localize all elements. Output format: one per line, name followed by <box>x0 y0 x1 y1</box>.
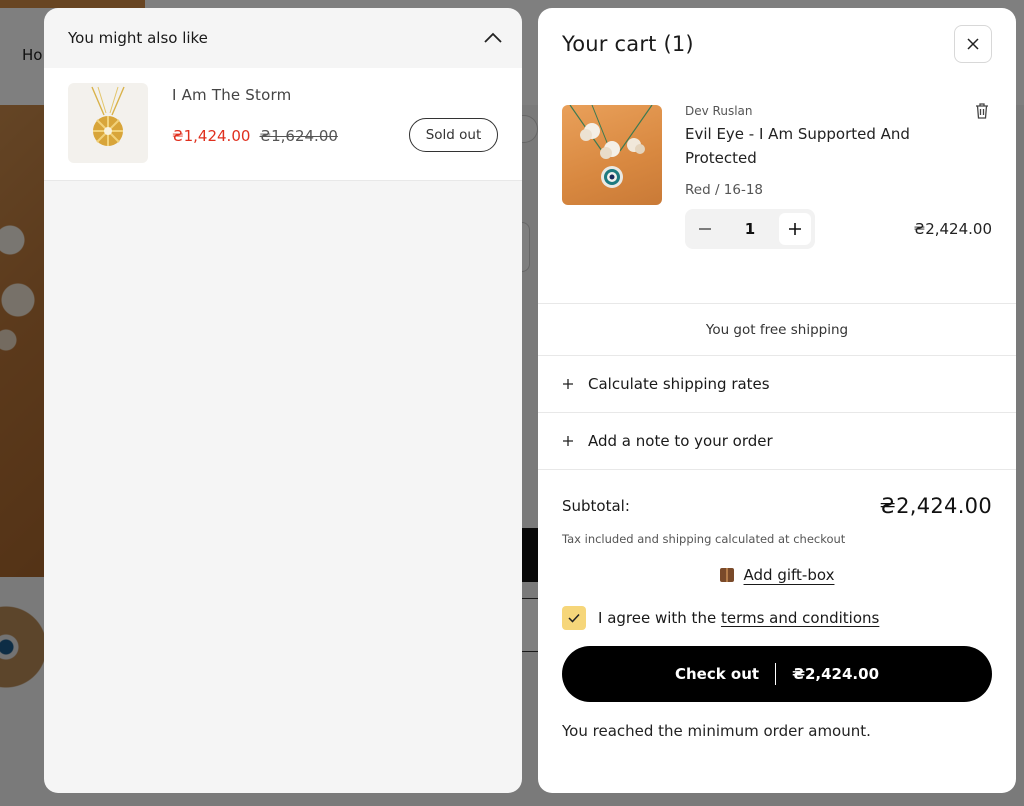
recommendation-sale-price: ₴1,424.00 <box>172 126 251 145</box>
calculate-shipping-label: Calculate shipping rates <box>588 375 770 393</box>
cart-line-item: Dev Ruslan Evil Eye - I Am Supported And… <box>538 80 1016 304</box>
gift-box-icon <box>719 568 734 582</box>
cart-title: Your cart (1) <box>562 32 694 56</box>
checkout-price: ₴2,424.00 <box>792 665 880 683</box>
trash-icon[interactable] <box>974 102 992 120</box>
checkout-button[interactable]: Check out ₴2,424.00 <box>562 646 992 702</box>
recommendation-compare-price: ₴1,624.00 <box>259 126 338 145</box>
quantity-increase-button[interactable] <box>779 213 811 245</box>
checkmark-icon <box>568 613 580 623</box>
close-icon <box>967 38 979 50</box>
minus-icon <box>699 228 711 230</box>
chevron-up-icon[interactable] <box>482 27 504 49</box>
cart-header: Your cart (1) <box>538 8 1016 80</box>
cart-drawer: Your cart (1) Dev Ruslan Evil Eye - I Am… <box>538 8 1016 793</box>
subtotal-label: Subtotal: <box>562 497 630 515</box>
terms-text: I agree with the terms and conditions <box>598 609 879 627</box>
gift-box-row: Add gift-box <box>538 566 1016 584</box>
recommendations-panel: You might also like I Am The Storm ₴1,42… <box>44 8 522 793</box>
quantity-stepper: 1 <box>685 209 815 249</box>
recommendation-name[interactable]: I Am The Storm <box>172 86 498 104</box>
calculate-shipping-toggle[interactable]: Calculate shipping rates <box>538 356 1016 413</box>
line-item-variant: Red / 16-18 <box>685 182 764 198</box>
checkout-label: Check out <box>674 665 760 683</box>
recommendation-prices: ₴1,424.00 ₴1,624.00 <box>172 126 338 145</box>
recommendation-image[interactable] <box>68 83 148 163</box>
line-item-price: ₴2,424.00 <box>913 220 992 238</box>
recommendations-title: You might also like <box>68 29 208 47</box>
plus-icon <box>789 223 801 235</box>
quantity-value[interactable]: 1 <box>745 220 755 238</box>
terms-row: I agree with the terms and conditions <box>538 606 1016 630</box>
order-note-label: Add a note to your order <box>588 432 773 450</box>
recommendations-header[interactable]: You might also like <box>44 8 522 68</box>
checkout-divider <box>775 663 777 685</box>
recommendation-item[interactable]: I Am The Storm ₴1,424.00 ₴1,624.00 Sold … <box>44 68 522 181</box>
minimum-order-note: You reached the minimum order amount. <box>562 722 871 740</box>
terms-prefix: I agree with the <box>598 609 717 627</box>
plus-icon <box>562 375 588 394</box>
tax-note: Tax included and shipping calculated at … <box>562 532 846 546</box>
line-item-title[interactable]: Evil Eye - I Am Supported And Protected <box>685 122 935 170</box>
line-item-vendor: Dev Ruslan <box>685 104 753 118</box>
order-note-toggle[interactable]: Add a note to your order <box>538 413 1016 470</box>
add-gift-box-link[interactable]: Add gift-box <box>744 566 835 584</box>
subtotal-row: Subtotal: ₴2,424.00 <box>538 470 1016 518</box>
line-item-image[interactable] <box>562 105 662 205</box>
close-button[interactable] <box>954 25 992 63</box>
subtotal-value: ₴2,424.00 <box>879 494 992 518</box>
free-shipping-message: You got free shipping <box>538 304 1016 356</box>
quantity-decrease-button[interactable] <box>689 213 721 245</box>
plus-icon <box>562 432 588 451</box>
terms-checkbox[interactable] <box>562 606 586 630</box>
sold-out-button[interactable]: Sold out <box>409 118 498 152</box>
terms-link[interactable]: terms and conditions <box>721 609 879 627</box>
